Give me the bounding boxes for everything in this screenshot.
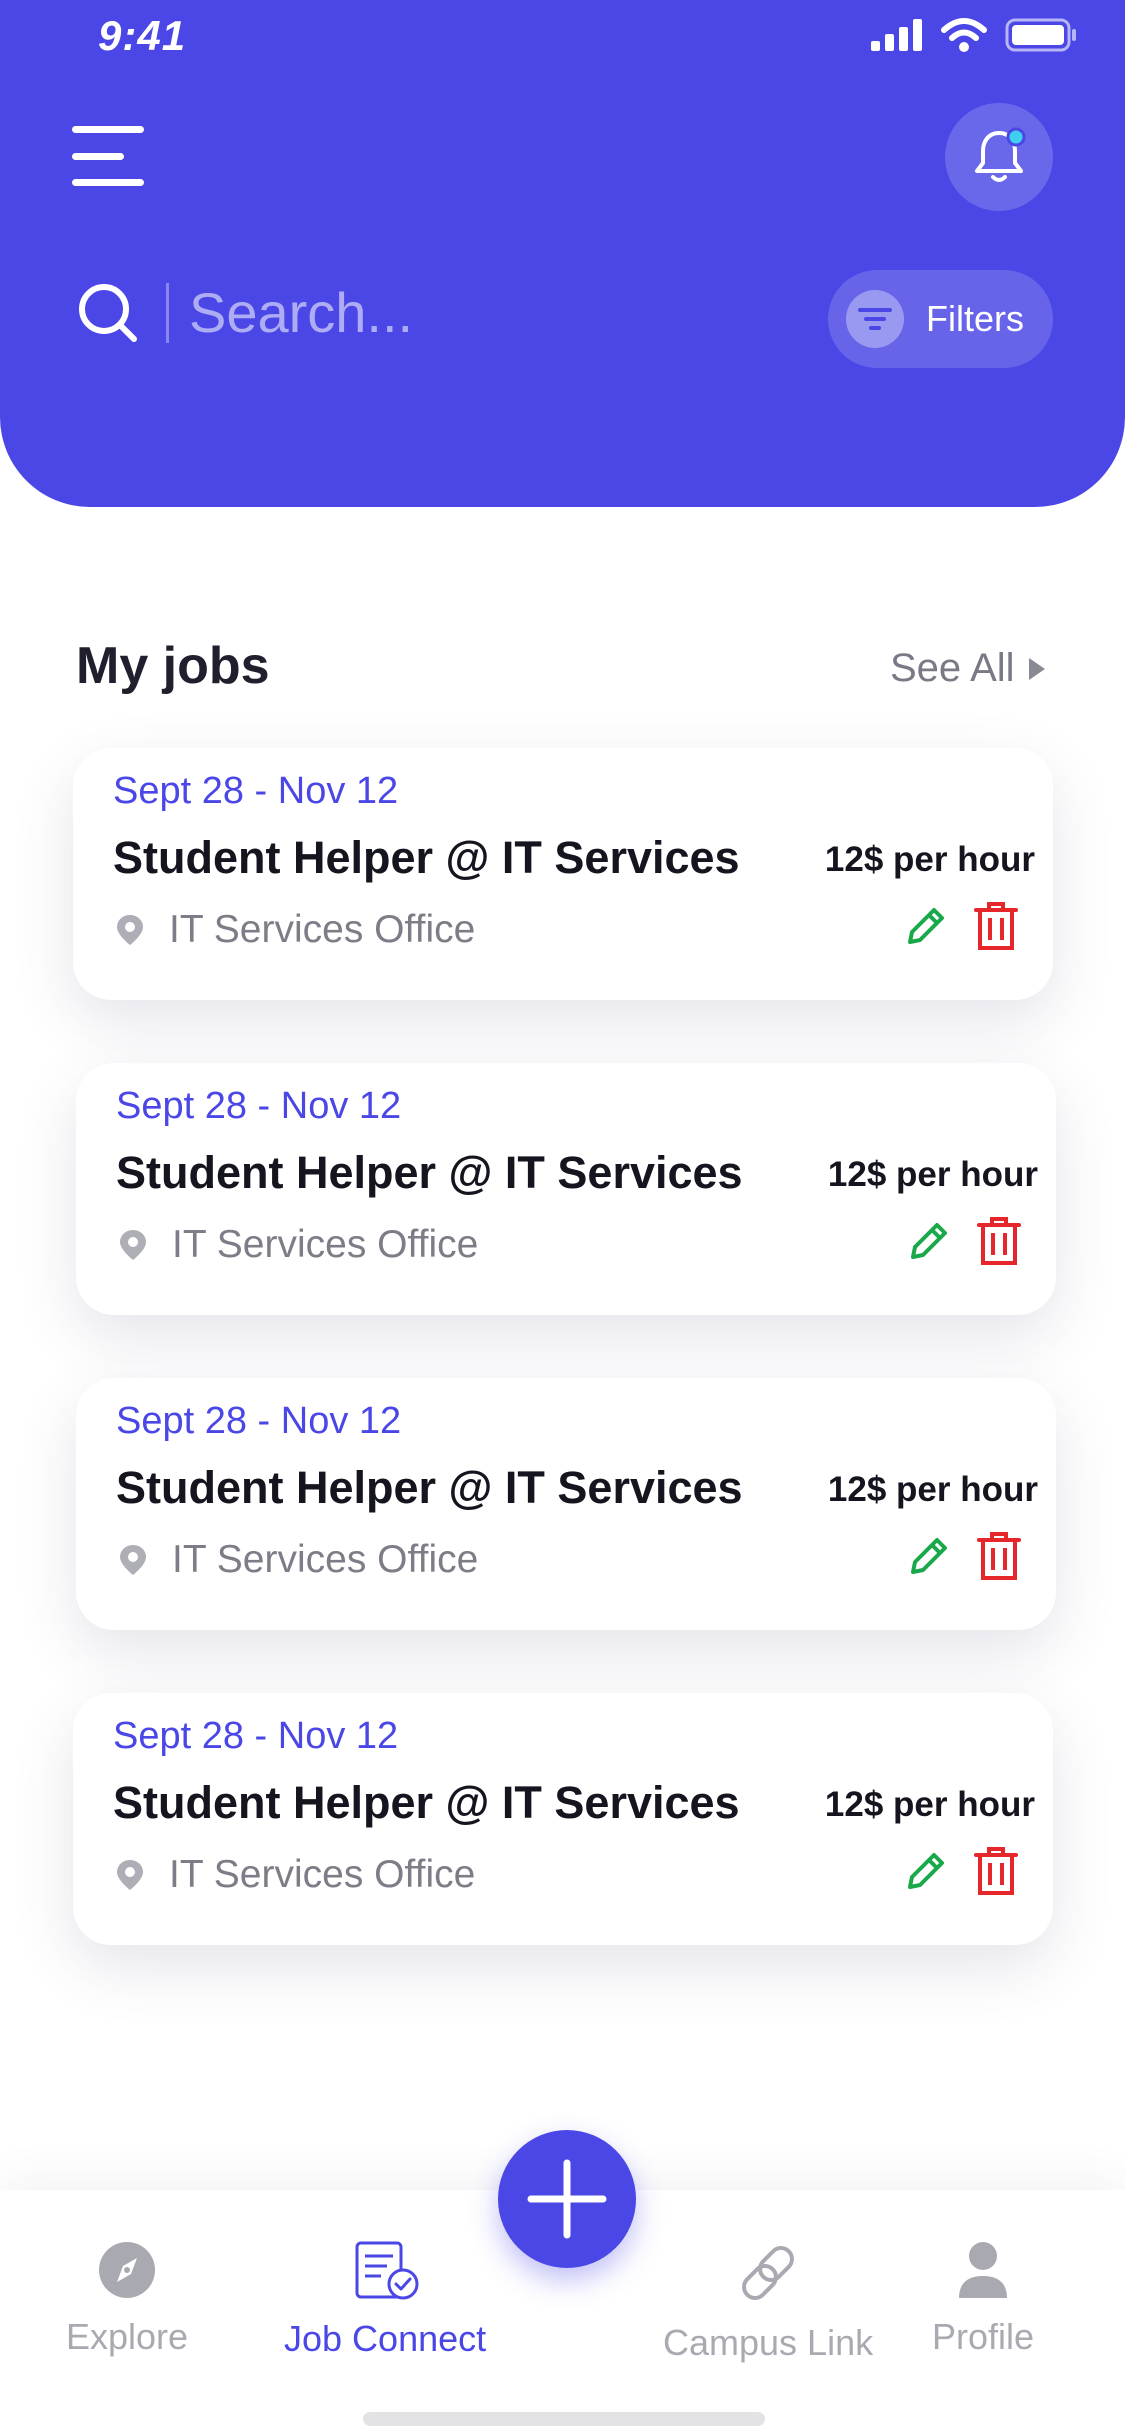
job-location-label: IT Services Office <box>169 1853 476 1896</box>
job-card[interactable]: Sept 28 - Nov 12 Student Helper @ IT Ser… <box>76 1378 1056 1630</box>
edit-icon[interactable] <box>904 1531 954 1581</box>
battery-icon <box>1005 18 1076 52</box>
job-card[interactable]: Sept 28 - Nov 12 Student Helper @ IT Ser… <box>76 1063 1056 1315</box>
plus-icon <box>527 2159 607 2239</box>
job-location-label: IT Services Office <box>172 1538 479 1581</box>
delete-icon[interactable] <box>974 1216 1024 1266</box>
nav-item-profile[interactable]: Profile <box>932 2240 1034 2358</box>
location-pin-icon <box>117 915 143 945</box>
delete-icon[interactable] <box>971 1846 1021 1896</box>
search-bar <box>76 280 769 345</box>
header: 9:41 Search... Filters <box>0 0 1125 507</box>
job-location-label: IT Services Office <box>172 1223 479 1266</box>
compass-icon <box>99 2242 156 2298</box>
job-location-label: IT Services Office <box>169 908 476 951</box>
chevron-right-icon <box>1028 657 1045 680</box>
job-card[interactable]: Sept 28 - Nov 12 Student Helper @ IT Ser… <box>73 748 1053 1000</box>
filters-button[interactable]: Filters <box>828 270 1053 368</box>
job-title: Student Helper @ IT Services <box>113 1777 740 1828</box>
job-location: IT Services Office <box>113 1853 475 1897</box>
job-rate: 12$ per hour <box>824 840 1035 879</box>
wifi-icon <box>941 18 987 52</box>
job-title: Student Helper @ IT Services <box>116 1147 743 1198</box>
search-input[interactable] <box>189 280 769 345</box>
user-icon <box>959 2242 1008 2298</box>
job-date-range: Sept 28 - Nov 12 <box>116 1400 402 1442</box>
search-icon <box>79 283 137 342</box>
location-pin-icon <box>117 1860 143 1890</box>
job-date-range: Sept 28 - Nov 12 <box>116 1085 402 1127</box>
nav-item-explore[interactable]: Explore <box>66 2240 188 2358</box>
job-actions <box>904 1531 1024 1581</box>
job-date-range: Sept 28 - Nov 12 <box>113 770 399 812</box>
edit-icon[interactable] <box>904 1216 954 1266</box>
job-actions <box>901 1846 1021 1896</box>
link-icon <box>742 2246 794 2300</box>
nav-label-explore: Explore <box>66 2316 189 2357</box>
job-actions <box>901 901 1021 951</box>
status-time: 9:41 <box>98 12 187 59</box>
job-actions <box>904 1216 1024 1266</box>
location-pin-icon <box>120 1545 146 1575</box>
status-icons <box>871 18 1077 52</box>
signal-icon <box>871 19 922 51</box>
nav-label-profile: Profile <box>932 2316 1035 2357</box>
job-document-icon <box>355 2241 419 2300</box>
bell-icon <box>975 127 1026 182</box>
notifications-button[interactable] <box>945 103 1053 211</box>
search-divider <box>166 282 169 343</box>
job-location: IT Services Office <box>116 1538 478 1582</box>
home-indicator <box>363 2412 765 2426</box>
job-title: Student Helper @ IT Services <box>113 832 740 883</box>
job-rate: 12$ per hour <box>827 1155 1038 1194</box>
nav-label-job-connect: Job Connect <box>284 2318 487 2359</box>
delete-icon[interactable] <box>974 1531 1024 1581</box>
job-rate: 12$ per hour <box>824 1785 1035 1824</box>
job-date-range: Sept 28 - Nov 12 <box>113 1715 399 1757</box>
nav-label-campus-link: Campus Link <box>663 2322 874 2363</box>
nav-item-job-connect[interactable]: Job Connect <box>284 2240 486 2360</box>
filter-icon <box>846 290 904 348</box>
see-all-link[interactable]: See All <box>890 646 1045 691</box>
see-all-label: See All <box>890 646 1015 690</box>
delete-icon[interactable] <box>971 901 1021 951</box>
edit-icon[interactable] <box>901 1846 951 1896</box>
job-card[interactable]: Sept 28 - Nov 12 Student Helper @ IT Ser… <box>73 1693 1053 1945</box>
job-title: Student Helper @ IT Services <box>116 1462 743 1513</box>
job-location: IT Services Office <box>116 1223 478 1267</box>
section-title: My jobs <box>76 637 270 695</box>
job-location: IT Services Office <box>113 908 475 952</box>
menu-icon[interactable] <box>72 126 144 186</box>
add-job-button[interactable] <box>498 2130 636 2268</box>
nav-item-campus-link[interactable]: Campus Link <box>663 2240 873 2364</box>
job-rate: 12$ per hour <box>827 1470 1038 1509</box>
filters-label: Filters <box>926 298 1024 339</box>
edit-icon[interactable] <box>901 901 951 951</box>
location-pin-icon <box>120 1230 146 1260</box>
